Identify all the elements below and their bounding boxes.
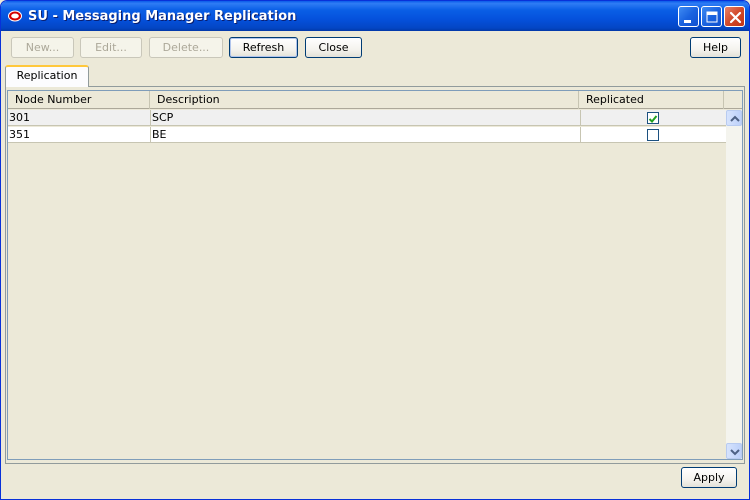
- maximize-button[interactable]: [701, 6, 722, 27]
- window-title: SU - Messaging Manager Replication: [28, 9, 297, 24]
- checkmark-icon: [648, 115, 658, 123]
- description-cell: SCP: [151, 110, 581, 126]
- app-window: SU - Messaging Manager Replication New..…: [0, 0, 750, 500]
- scroll-up-button[interactable]: [726, 110, 742, 126]
- node-number-cell: 351: [8, 127, 151, 143]
- column-header-description[interactable]: Description: [150, 91, 579, 109]
- help-button[interactable]: Help: [690, 37, 741, 58]
- maximize-icon: [706, 11, 718, 23]
- vertical-scrollbar[interactable]: [726, 110, 742, 459]
- node-number-cell: 301: [8, 110, 151, 126]
- refresh-button[interactable]: Refresh: [229, 37, 298, 58]
- table-header: Node Number Description Replicated: [8, 91, 742, 109]
- minimize-button[interactable]: [678, 6, 699, 27]
- close-icon: [729, 11, 742, 24]
- tab-replication[interactable]: Replication: [5, 65, 89, 87]
- replicated-checkbox[interactable]: [647, 129, 659, 141]
- column-header-replicated[interactable]: Replicated: [579, 91, 724, 109]
- replicated-cell: [581, 110, 726, 126]
- replication-table: Node Number Description Replicated 301 S…: [7, 90, 743, 460]
- app-logo-icon: [8, 10, 22, 22]
- replicated-checkbox[interactable]: [647, 112, 659, 124]
- title-bar[interactable]: SU - Messaging Manager Replication: [1, 1, 749, 31]
- delete-button[interactable]: Delete...: [149, 37, 223, 58]
- replicated-cell: [581, 127, 726, 143]
- close-window-button[interactable]: [724, 6, 745, 27]
- new-button[interactable]: New...: [11, 37, 74, 58]
- chevron-down-icon: [730, 449, 740, 456]
- minimize-icon: [684, 20, 691, 23]
- close-button[interactable]: Close: [305, 37, 362, 58]
- edit-button[interactable]: Edit...: [80, 37, 142, 58]
- table-row[interactable]: 351 BE: [8, 127, 726, 143]
- scroll-down-button[interactable]: [726, 443, 742, 459]
- description-cell: BE: [151, 127, 581, 143]
- column-header-node-number[interactable]: Node Number: [8, 91, 150, 109]
- chevron-up-icon: [730, 115, 740, 122]
- table-row[interactable]: 301 SCP: [8, 110, 726, 126]
- apply-button[interactable]: Apply: [681, 467, 737, 488]
